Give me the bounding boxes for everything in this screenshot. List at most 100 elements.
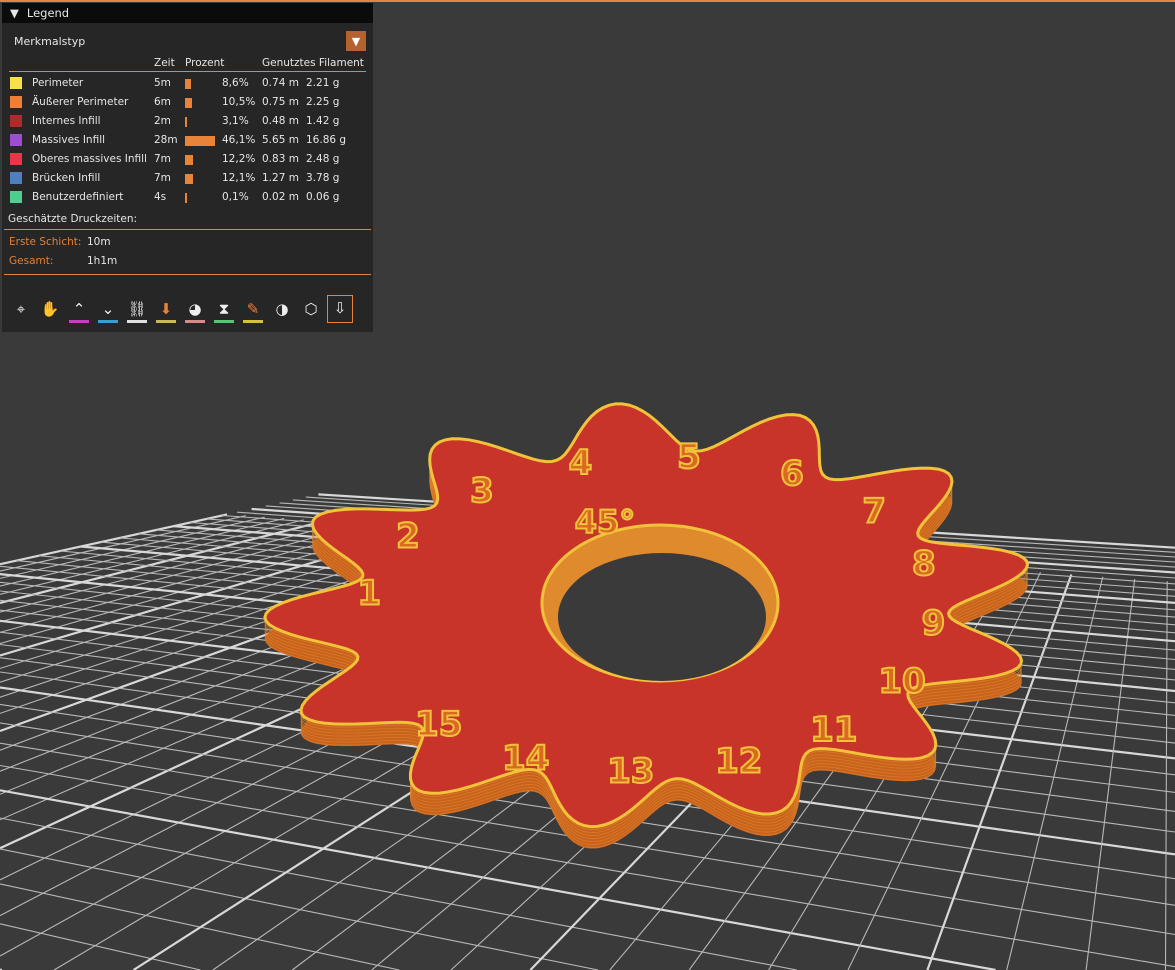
total-time: 1h1m <box>87 255 118 267</box>
dial-number: 9 <box>922 603 946 643</box>
percent-bar <box>185 117 187 127</box>
legend-row[interactable]: Oberes massives Infill 7m 12,2% 0.83 m 2… <box>2 150 373 169</box>
feature-time: 4s <box>154 191 167 203</box>
deretractions-icon: ⌄ <box>101 300 115 318</box>
legend-header[interactable]: ▼ Legend <box>2 3 373 23</box>
center-hole <box>558 553 766 681</box>
travel-toggle[interactable]: ⌖ <box>8 295 34 323</box>
legend-row[interactable]: Massives Infill 28m 46,1% 5.65 m 16.86 g <box>2 131 373 150</box>
dial-number: 14 <box>502 739 549 779</box>
percent-bar <box>185 193 187 203</box>
total-label: Gesamt: <box>9 255 54 267</box>
travel-icon: ⌖ <box>16 300 26 318</box>
tool-marker-icon: ⇩ <box>333 299 347 317</box>
percent-bar <box>185 174 193 184</box>
color-swatch <box>10 115 22 127</box>
feature-time: 28m <box>154 134 178 146</box>
feature-length: 0.75 m <box>262 96 299 108</box>
feature-weight: 2.25 g <box>306 96 340 108</box>
color-swatch <box>10 153 22 165</box>
color-swatch <box>10 134 22 146</box>
deretractions-toggle[interactable]: ⌄ <box>95 295 121 323</box>
feature-label: Massives Infill <box>32 134 106 146</box>
chevron-down-icon[interactable]: ▼ <box>346 31 366 51</box>
percent-bar <box>185 136 215 146</box>
tool-changes-toggle[interactable]: ⬇ <box>153 295 179 323</box>
pause-toggle[interactable]: ⧗ <box>211 295 237 323</box>
feature-length: 5.65 m <box>262 134 299 146</box>
dial-number: 1 <box>357 574 381 614</box>
feature-weight: 1.42 g <box>306 115 340 127</box>
view-type-value: Merkmalstyp <box>14 34 86 48</box>
custom-gcode-toggle[interactable]: ✎ <box>240 295 266 323</box>
center-of-gravity-icon: ◑ <box>275 300 289 318</box>
feature-label: Äußerer Perimeter <box>32 96 129 108</box>
legend-row[interactable]: Äußerer Perimeter 6m 10,5% 0.75 m 2.25 g <box>2 93 373 112</box>
view-type-select[interactable]: Merkmalstyp ▼ <box>9 30 366 52</box>
legend-columns: Zeit Prozent Genutztes Filament <box>9 55 366 72</box>
dial-number: 15 <box>415 705 462 745</box>
tool-marker-toggle[interactable]: ⇩ <box>327 295 353 323</box>
color-swatch <box>10 96 22 108</box>
feature-length: 0.02 m <box>262 191 299 203</box>
center-of-gravity-toggle[interactable]: ◑ <box>269 295 295 323</box>
feature-weight: 3.78 g <box>306 172 340 184</box>
feature-weight: 2.48 g <box>306 153 340 165</box>
top-accent-bar <box>0 0 1175 2</box>
options-toolbar: ⌖ ✋ ⌃ ⌄ ⛓ ⬇ ◕ ⧗ ✎ ◑ ⬡ ⇩ <box>8 295 353 323</box>
color-swatch <box>10 172 22 184</box>
collapse-triangle-icon: ▼ <box>10 6 19 20</box>
feature-percent: 12,1% <box>222 172 256 184</box>
feature-percent: 0,1% <box>222 191 249 203</box>
dial-number: 13 <box>607 752 654 792</box>
percent-bar <box>185 98 192 108</box>
feature-label: Brücken Infill <box>32 172 101 184</box>
feature-percent: 10,5% <box>222 96 256 108</box>
seams-icon: ⛓ <box>127 300 147 318</box>
first-layer-label: Erste Schicht: <box>9 236 82 248</box>
dial-number: 7 <box>862 492 886 532</box>
col-percent: Prozent <box>185 57 225 69</box>
feature-length: 1.27 m <box>262 172 299 184</box>
legend-row[interactable]: Benutzerdefiniert 4s 0,1% 0.02 m 0.06 g <box>2 188 373 207</box>
pause-icon: ⧗ <box>218 300 230 318</box>
first-layer-time: 10m <box>87 236 111 248</box>
feature-label: Perimeter <box>32 77 84 89</box>
col-filament: Genutztes Filament <box>262 57 364 69</box>
feature-length: 0.83 m <box>262 153 299 165</box>
feature-time: 6m <box>154 96 171 108</box>
seams-toggle[interactable]: ⛓ <box>124 295 150 323</box>
feature-weight: 2.21 g <box>306 77 340 89</box>
legend-title: Legend <box>26 6 70 20</box>
shells-icon: ⬡ <box>304 300 318 318</box>
col-time: Zeit <box>154 57 175 69</box>
dial-number: 6 <box>780 454 804 494</box>
estimates-title: Geschätzte Druckzeiten: <box>8 213 138 225</box>
legend-row[interactable]: Perimeter 5m 8,6% 0.74 m 2.21 g <box>2 74 373 93</box>
divider <box>4 274 371 275</box>
dial-number: 3 <box>470 471 494 511</box>
dial-number: 4 <box>569 443 593 483</box>
color-changes-toggle[interactable]: ◕ <box>182 295 208 323</box>
angle-label: 45° <box>575 503 636 541</box>
feature-percent: 46,1% <box>222 134 256 146</box>
feature-time: 2m <box>154 115 171 127</box>
feature-percent: 8,6% <box>222 77 249 89</box>
dial-number: 10 <box>878 662 925 702</box>
feature-label: Internes Infill <box>32 115 101 127</box>
wipe-icon: ✋ <box>40 300 60 318</box>
custom-gcode-icon: ✎ <box>246 300 260 318</box>
feature-weight: 16.86 g <box>306 134 347 146</box>
feature-time: 7m <box>154 172 171 184</box>
color-changes-icon: ◕ <box>188 300 202 318</box>
feature-percent: 3,1% <box>222 115 249 127</box>
dial-number: 5 <box>677 437 701 477</box>
feature-label: Oberes massives Infill <box>32 153 147 165</box>
wipe-toggle[interactable]: ✋ <box>37 295 63 323</box>
shells-toggle[interactable]: ⬡ <box>298 295 324 323</box>
retractions-toggle[interactable]: ⌃ <box>66 295 92 323</box>
legend-row[interactable]: Brücken Infill 7m 12,1% 1.27 m 3.78 g <box>2 169 373 188</box>
feature-time: 5m <box>154 77 171 89</box>
tool-changes-icon: ⬇ <box>159 300 173 318</box>
legend-row[interactable]: Internes Infill 2m 3,1% 0.48 m 1.42 g <box>2 112 373 131</box>
